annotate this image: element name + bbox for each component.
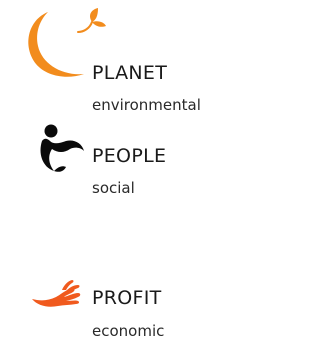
hand-icon — [30, 279, 82, 309]
planet-item: PLANET environmental — [0, 0, 243, 120]
profit-title: PROFIT — [92, 287, 162, 309]
people-item: PEOPLE social — [0, 118, 243, 228]
planet-subtitle: environmental — [92, 96, 201, 114]
profit-item: PROFIT economic — [0, 228, 243, 344]
person-figure-icon — [36, 123, 86, 175]
people-title: PEOPLE — [92, 145, 167, 167]
planet-title: PLANET — [92, 62, 168, 84]
profit-subtitle: economic — [92, 322, 165, 340]
people-subtitle: social — [92, 179, 135, 197]
